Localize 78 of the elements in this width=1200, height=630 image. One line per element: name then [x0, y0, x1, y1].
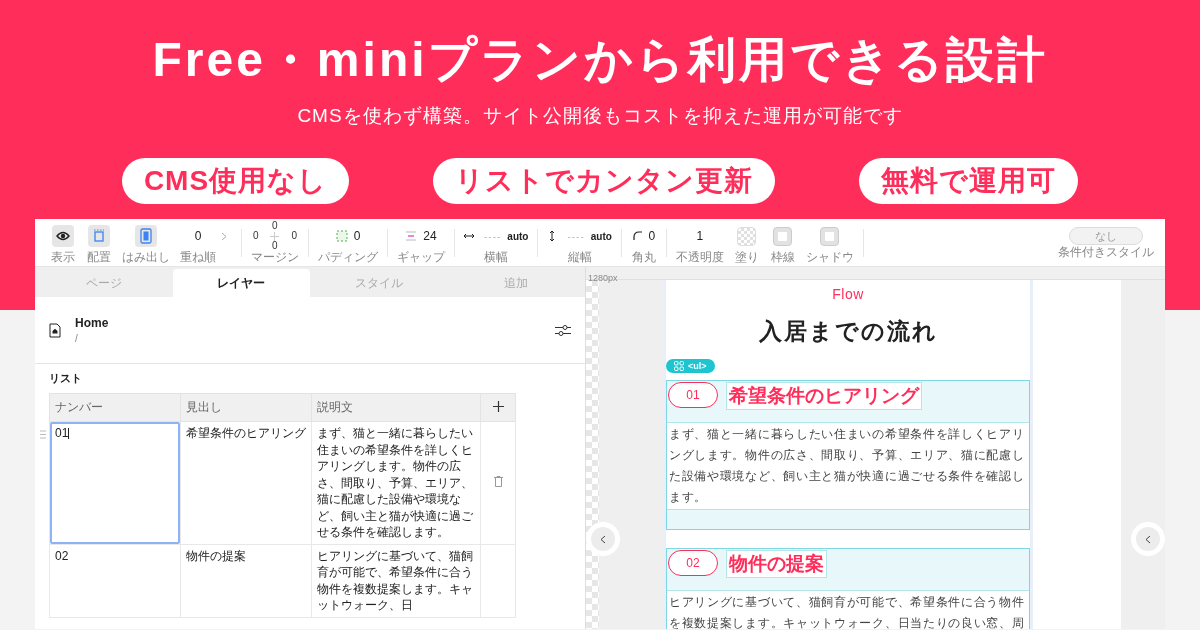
feature-badge: リストでカンタン更新: [433, 158, 776, 204]
fill-swatch[interactable]: [737, 226, 757, 246]
add-icon[interactable]: [492, 400, 504, 412]
page-path: /: [75, 333, 79, 344]
value-text[interactable]: 0: [648, 229, 656, 243]
shadow-swatch[interactable]: [820, 226, 840, 246]
tool-label: はみ出し: [122, 251, 170, 263]
chevron-left-icon: [600, 534, 606, 544]
tool-label: ギャップ: [397, 251, 445, 263]
tool-label: 角丸: [631, 251, 656, 263]
overflow-icon: [140, 228, 152, 244]
value-text[interactable]: 24: [423, 229, 437, 243]
feature-badge: CMS使用なし: [121, 158, 350, 204]
unit-text[interactable]: auto: [590, 230, 612, 242]
step-title: 希望条件のヒアリング: [726, 382, 922, 410]
headline: Free・miniプランから利用できる設計: [152, 32, 1048, 88]
tool-label: 横幅: [484, 251, 509, 263]
value-text[interactable]: 0: [194, 229, 202, 243]
table-cell[interactable]: 希望条件のヒアリング: [180, 421, 312, 544]
tag-text: <ul>: [688, 361, 707, 371]
horizontal-arrow-icon: [464, 231, 474, 241]
tool-label: 重ね順: [180, 251, 216, 263]
settings-icon[interactable]: [555, 323, 571, 337]
section-eyebrow: Flow: [832, 286, 864, 302]
visibility-button[interactable]: [52, 225, 74, 247]
step-title: 物件の提案: [726, 550, 827, 578]
width-label: 1280px: [588, 273, 618, 283]
section-title: リスト: [49, 371, 83, 386]
tool-label: 不透明度: [675, 251, 724, 263]
grid-icon: [674, 361, 684, 371]
tool-label: 枠線: [770, 251, 795, 263]
feature-badge: 無料で運用可: [859, 158, 1079, 204]
table-cell[interactable]: まず、猫と一緒に暮らしたい住まいの希望条件を詳しくヒアリングします。物件の広さ、間取り、予算、エリア、猫に配慮した設備や環境など、飼い主と猫が快適に過ごせる条件を確認します。: [311, 421, 481, 544]
column-header: ナンバー: [49, 393, 181, 422]
margin-value[interactable]: 0: [272, 241, 278, 251]
chevron-right-icon[interactable]: [221, 232, 227, 241]
step-number: 02: [668, 550, 718, 576]
value-text[interactable]: 0: [353, 229, 361, 243]
frame-icon: [93, 229, 105, 243]
margin-value[interactable]: 0: [272, 221, 278, 231]
collapse-button[interactable]: [586, 522, 620, 556]
overflow-button[interactable]: [135, 225, 157, 247]
unit-text[interactable]: auto: [507, 230, 529, 242]
page-title: Home: [75, 316, 110, 330]
tool-label: 配置: [87, 251, 111, 263]
subheadline: CMSを使わず構築。サイト公開後もコストを抑えた運用が可能です: [297, 104, 903, 128]
tool-label: 塗り: [734, 251, 759, 263]
drag-handle-icon[interactable]: [40, 430, 46, 439]
step-description: まず、猫と一緒に暮らしたい住まいの希望条件を詳しくヒアリングします。物件の広さ、間取り、予算、エリア、猫に配慮した設備や環境など、飼い主と猫が快適に過ごせる条件を確認します。: [667, 422, 1029, 510]
trash-icon[interactable]: [494, 475, 503, 487]
tool-label: 縦幅: [567, 251, 592, 263]
column-header: 説明文: [311, 393, 481, 422]
padding-icon: [335, 230, 348, 242]
value-text[interactable]: 1: [696, 229, 704, 243]
border-swatch[interactable]: [773, 226, 793, 246]
tool-label: パディング: [318, 251, 378, 263]
column-header: 見出し: [180, 393, 312, 422]
tool-label: シャドウ: [805, 251, 854, 263]
step-number: 01: [668, 382, 718, 408]
page-icon: [49, 322, 61, 338]
corner-radius-icon: [632, 231, 643, 241]
tool-label: マージン: [251, 251, 299, 263]
section-heading: 入居までの流れ: [758, 317, 938, 346]
sidebar-tab[interactable]: レイヤー: [172, 269, 310, 297]
table-cell[interactable]: 02: [49, 544, 181, 617]
placement-button[interactable]: [88, 225, 110, 247]
table-cell[interactable]: ヒアリングに基づいて、猫飼育が可能で、希望条件に合う物件を複数提案します。キャットウォーク、日: [311, 544, 481, 617]
margin-value[interactable]: 0: [291, 231, 297, 241]
chevron-left-icon: [1145, 534, 1151, 544]
step-description: ヒアリングに基づいて、猫飼育が可能で、希望条件に合う物件を複数提案します。キャットウォーク、日当たりの良い窓、周: [667, 590, 1029, 629]
tool-label: 条件付きスタイル: [1058, 246, 1154, 258]
margin-value[interactable]: 0: [253, 231, 259, 241]
tool-label: 表示: [51, 251, 75, 263]
eye-icon: [56, 231, 70, 241]
cross-icon: [270, 232, 279, 241]
editing-cell[interactable]: 01: [49, 421, 181, 544]
table-cell[interactable]: 物件の提案: [180, 544, 312, 617]
gap-icon: [405, 231, 418, 241]
